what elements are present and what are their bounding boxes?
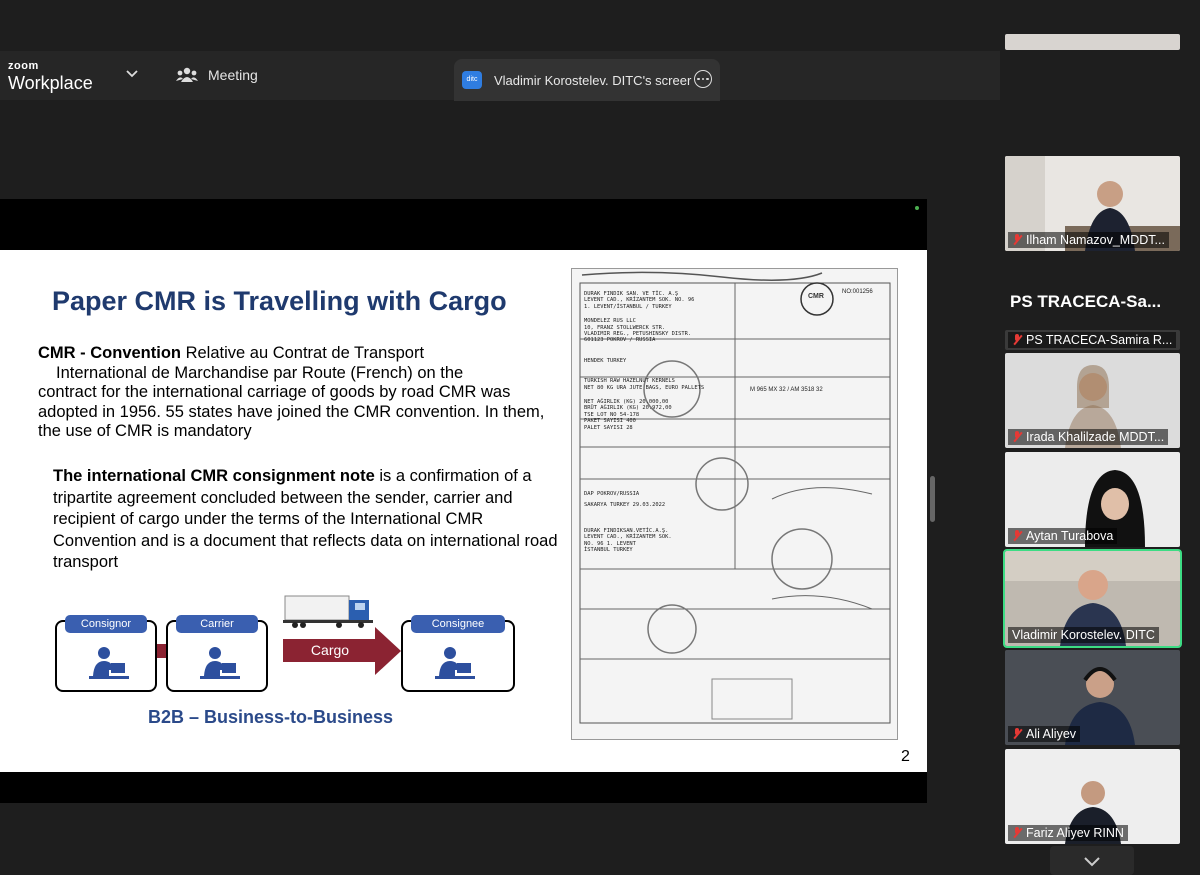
slide-title: Paper CMR is Travelling with Cargo [52, 286, 507, 316]
gallery-resize-handle[interactable] [930, 476, 935, 522]
cargo-arrowhead [375, 627, 401, 675]
slide-number: 2 [901, 748, 910, 765]
consignor-label: Consignor [65, 615, 147, 633]
document-line: PALET SAYISI 28 [584, 424, 633, 431]
para1-line1: Relative au Contrat de Transport [180, 344, 425, 362]
presentation-slide: Paper CMR is Travelling with Cargo CMR -… [0, 250, 927, 772]
meeting-label: Meeting [208, 67, 258, 83]
ditc-app-icon: ditc [462, 71, 482, 89]
chevron-down-icon[interactable] [124, 65, 140, 81]
document-line: İSTANBUL TURKEY [584, 547, 633, 554]
document-text: DURAK FINDIK SAN. VE TİC. A.Ş LEVENT CAD.… [584, 291, 734, 554]
consignee-label: Consignee [411, 615, 505, 633]
meeting-tab[interactable]: Meeting [176, 63, 258, 87]
participant-label: Fariz Aliyev RINN [1008, 825, 1128, 841]
para1-line2: International de Marchandise par Route (… [56, 363, 464, 382]
document-line: DAP POKROV/RUSSIA [584, 491, 640, 498]
participant-tile[interactable]: Ali Aliyev [1005, 650, 1180, 745]
participant-tile-active-speaker[interactable]: Vladimir Korostelev. DITC [1003, 549, 1182, 648]
document-line: SAKARYA TURKEY 29.03.2022 [584, 501, 666, 508]
participant-label: PS TRACECA-Samira R... [1008, 332, 1177, 348]
participants-icon [176, 67, 198, 82]
consignor-node: Consignor [55, 615, 157, 692]
document-line: HENDEK TURKEY [584, 357, 627, 364]
carrier-node: Carrier [166, 615, 268, 692]
participant-label: Ilham Namazov_MDDT... [1008, 232, 1169, 248]
person-laptop-icon [435, 647, 475, 679]
mic-muted-icon [1012, 728, 1022, 740]
participant-label: Vladimir Korostelev. DITC [1008, 627, 1159, 643]
doc-number: NO:001256 [842, 289, 873, 295]
para1-bold: CMR - Convention [38, 344, 181, 362]
document-line: 1. LEVENT/İSTANBUL / TURKEY [584, 303, 672, 310]
consignment-note-paragraph: The international CMR consignment note i… [53, 466, 563, 574]
room-title: PS TRACECA-Sa... [1010, 292, 1162, 311]
truck-icon [283, 595, 373, 628]
cmr-document-scan: CMR NO:001256 M 965 MX 32 / AM 3518 32 D… [571, 268, 898, 740]
mic-muted-icon [1012, 334, 1022, 346]
cmr-stamp: CMR [808, 293, 824, 300]
mic-muted-icon [1012, 827, 1022, 839]
doc-plate: M 965 MX 32 / AM 3518 32 [750, 387, 823, 393]
participant-tile[interactable]: Ilham Namazov_MDDT... [1005, 156, 1180, 251]
para1-rest: contract for the international carriage … [38, 383, 545, 440]
participant-tile[interactable]: Fariz Aliyev RINN [1005, 749, 1180, 844]
participant-tile[interactable]: Irada Khalilzade MDDT... [1005, 353, 1180, 448]
person-laptop-icon [89, 647, 129, 679]
scroll-down-button[interactable] [1050, 846, 1134, 875]
participant-label: Aytan Turabova [1008, 528, 1118, 544]
participant-label: Irada Khalilzade MDDT... [1008, 429, 1169, 445]
person-laptop-icon [200, 647, 240, 679]
document-line: NET 80 KG URA JUTE BAGS, EURO PALLETS [584, 384, 705, 391]
participant-tile[interactable]: Aytan Turabova [1005, 452, 1180, 547]
mic-muted-icon [1012, 530, 1022, 542]
para2-bold: The international CMR consignment note [53, 467, 375, 485]
brand-small: zoom [8, 60, 39, 72]
more-options-icon[interactable] [694, 70, 712, 88]
chevron-down-icon [1084, 856, 1100, 866]
brand-big: Workplace [8, 73, 93, 93]
cmr-convention-paragraph: CMR - Convention Relative au Contrat de … [38, 344, 558, 442]
participant-tile-top[interactable] [1005, 34, 1180, 50]
screen-share-tab[interactable]: ditc Vladimir Korostelev. DITC's screer [454, 59, 720, 101]
mic-muted-icon [1012, 234, 1022, 246]
carrier-label: Carrier [176, 615, 258, 633]
share-tab-title: Vladimir Korostelev. DITC's screer [494, 72, 692, 88]
b2b-caption: B2B – Business-to-Business [148, 707, 394, 727]
meeting-toolbar: zoom Workplace Meeting ditc Vladimir Kor… [0, 51, 1000, 101]
mic-muted-icon [1012, 431, 1022, 443]
sharing-indicator [915, 206, 919, 210]
cargo-arrow: Cargo [283, 639, 377, 662]
participant-label: Ali Aliyev [1008, 726, 1081, 742]
participant-tile[interactable]: PS TRACECA-Samira R... [1005, 330, 1180, 350]
zoom-logo: zoom Workplace [8, 60, 93, 93]
document-line: 601123 POKROV / RUSSIA [584, 337, 656, 344]
consignee-node: Consignee [401, 615, 515, 692]
